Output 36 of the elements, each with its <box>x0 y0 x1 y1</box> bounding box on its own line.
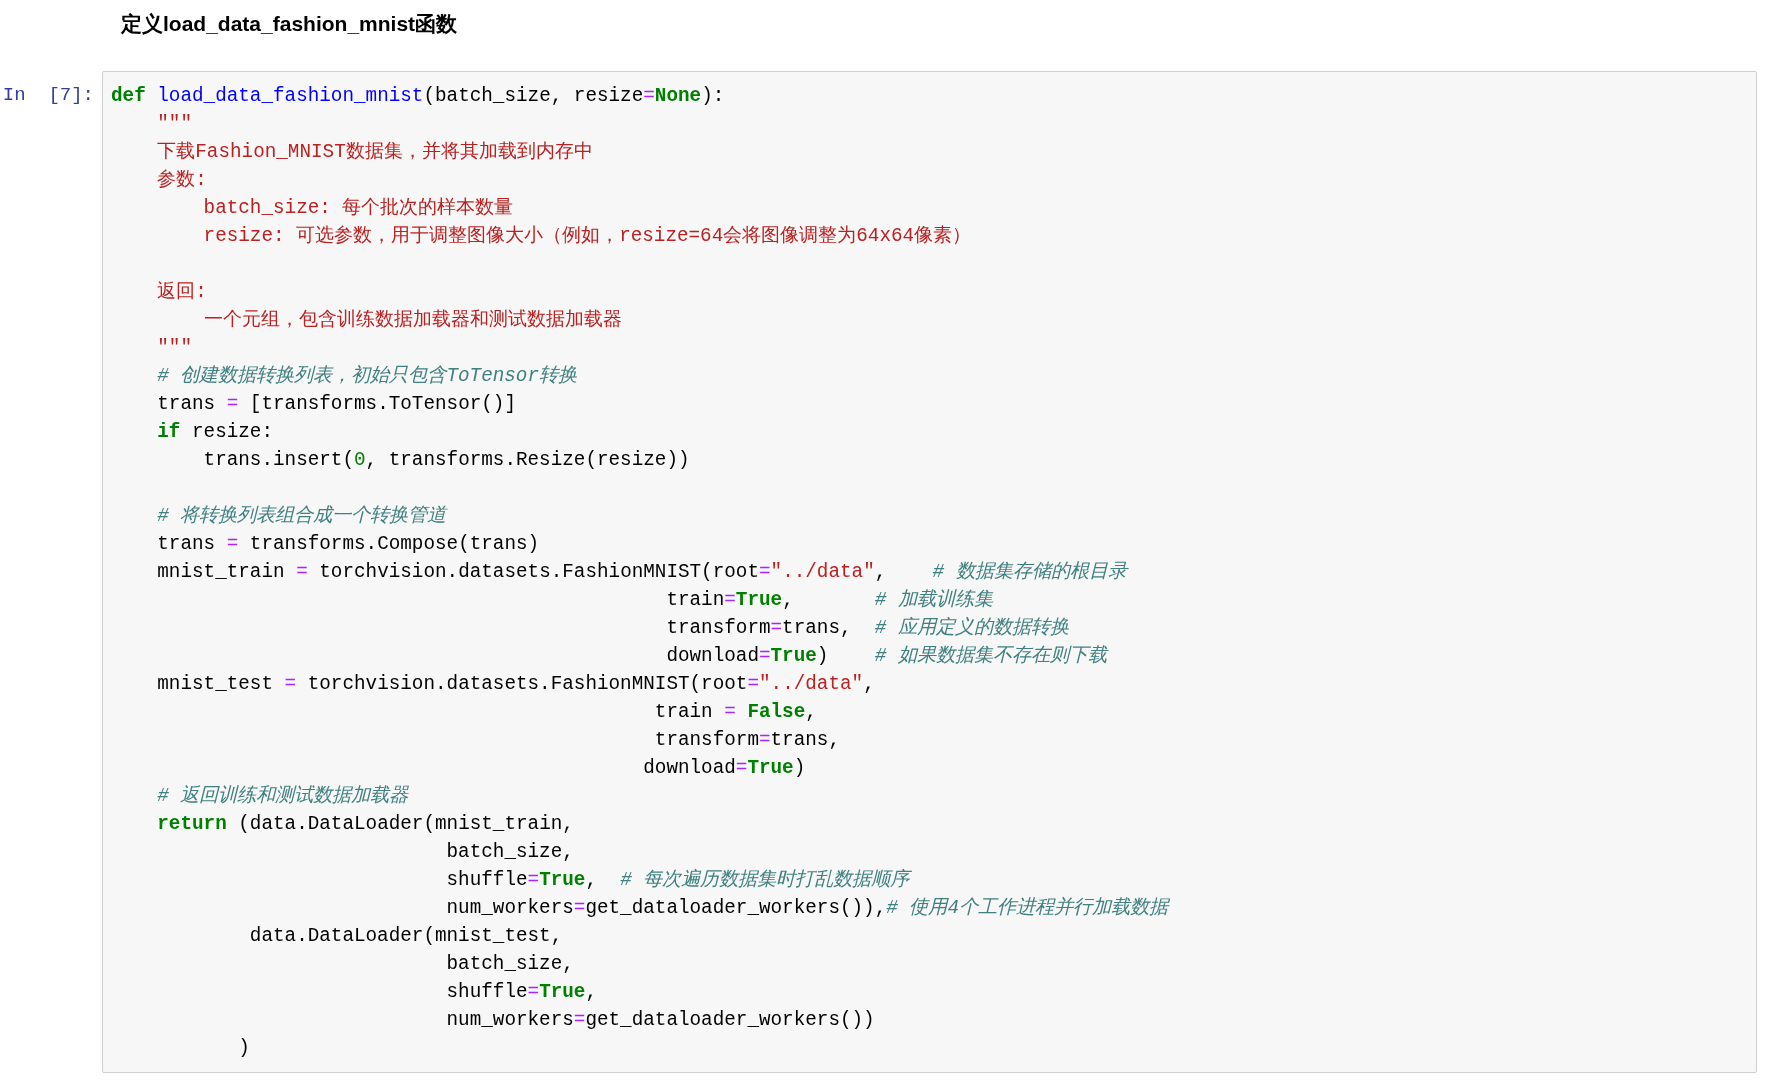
code-line: batch_size, <box>445 953 574 975</box>
markdown-heading: 定义load_data_fashion_mnist函数 <box>121 11 458 37</box>
code-line: ) <box>237 1037 250 1059</box>
code-line: batch_size, <box>445 841 574 863</box>
code-line: trans = transforms.Compose(trans) <box>156 533 540 555</box>
code-line: 下载Fashion_MNIST数据集，并将其加载到内存中 <box>156 141 593 163</box>
cell-prompt: In [7]: <box>1 83 95 108</box>
code-line: batch_size: 每个批次的样本数量 <box>202 197 514 219</box>
code-line: # 将转换列表组合成一个转换管道 <box>156 505 447 527</box>
code-line: 返回: <box>156 281 207 303</box>
code-line: train = False, <box>653 701 817 723</box>
code-line: mnist_train = torchvision.datasets.FashionMNIST(root="../data", # 数据集存储的根目录 <box>156 561 1127 583</box>
code-line: data.DataLoader(mnist_test, <box>248 925 563 947</box>
code-line: # 创建数据转换列表，初始只包含ToTensor转换 <box>156 365 577 387</box>
code-line: def load_data_fashion_mnist(batch_size, resize=None): <box>111 85 725 107</box>
code-cell[interactable] <box>102 71 1757 1073</box>
code-line: trans.insert(0, transforms.Resize(resize)) <box>202 449 690 471</box>
code-line: download=True) <box>642 757 806 779</box>
code-line: transform=trans, <box>653 729 840 751</box>
code-line: return (data.DataLoader(mnist_train, <box>156 813 574 835</box>
code-line: 参数: <box>156 169 207 191</box>
code-line: shuffle=True, # 每次遍历数据集时打乱数据顺序 <box>445 869 910 891</box>
code-line: 一个元组，包含训练数据加载器和测试数据加载器 <box>202 309 622 331</box>
code-line: num_workers=get_dataloader_workers()),# 使用4个工作进程并行加载数据 <box>445 897 1168 919</box>
code-line: trans = [transforms.ToTensor()] <box>156 393 516 415</box>
code-line: """ <box>156 337 192 359</box>
code-line: download=True) # 如果数据集不存在则下载 <box>665 645 1107 667</box>
code-line: resize: 可选参数，用于调整图像大小（例如，resize=64会将图像调整为64x64像素） <box>202 225 972 247</box>
code-line: """ <box>156 113 192 135</box>
code-line: num_workers=get_dataloader_workers()) <box>445 1009 875 1031</box>
code-line: transform=trans, # 应用定义的数据转换 <box>665 617 1069 639</box>
code-line: mnist_test = torchvision.datasets.FashionMNIST(root="../data", <box>156 673 875 695</box>
code-line: train=True, # 加载训练集 <box>665 589 993 611</box>
code-line: shuffle=True, <box>445 981 597 1003</box>
code-line: # 返回训练和测试数据加载器 <box>156 785 409 807</box>
code-line: if resize: <box>156 421 273 443</box>
